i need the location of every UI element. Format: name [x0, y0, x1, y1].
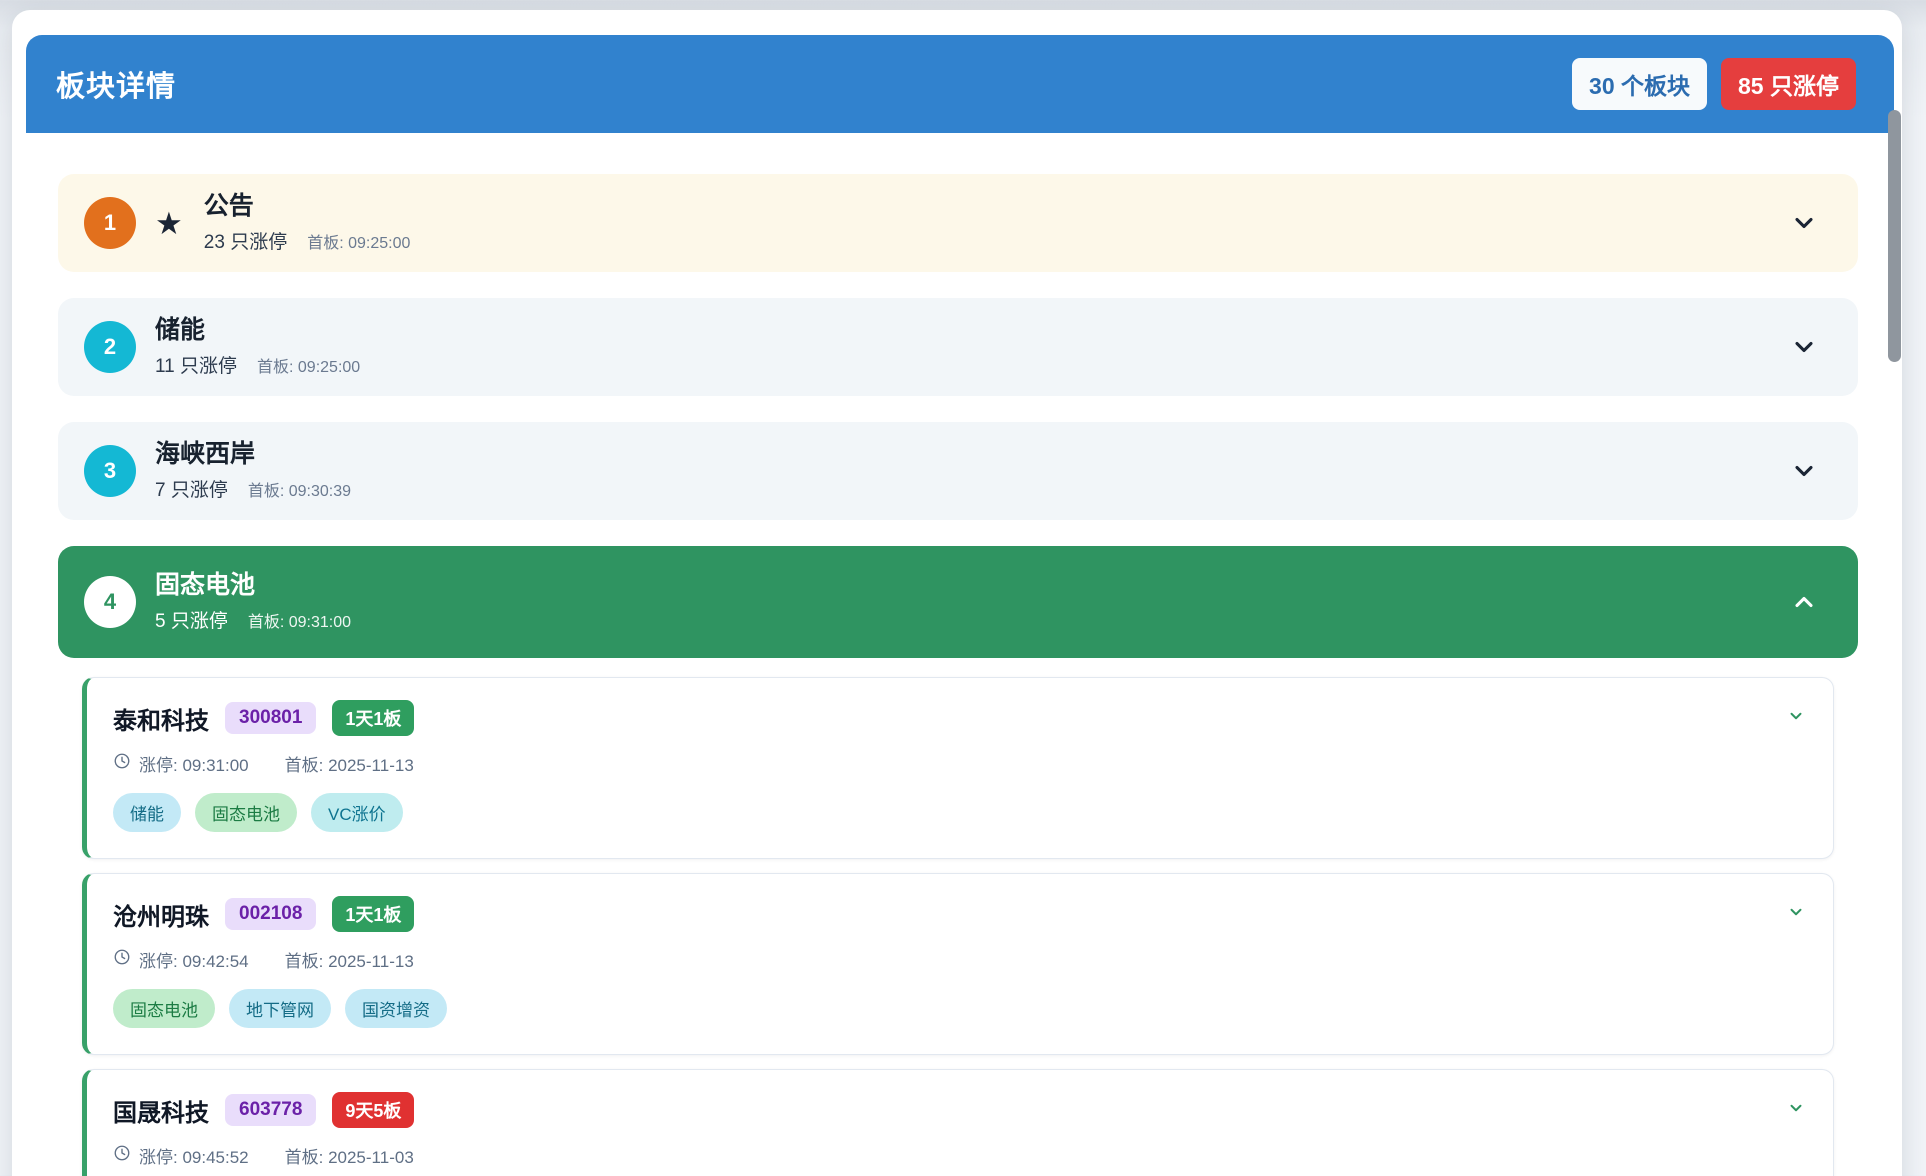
concept-tag-row: 储能固态电池 VC涨价 [113, 793, 1805, 832]
stock-title-row: 沧州明珠 002108 1天1板 [113, 896, 1805, 932]
first-board-date: 首板: 2025-11-13 [285, 751, 414, 776]
chevron-down-icon[interactable] [1790, 457, 1818, 485]
sector-row[interactable]: 2 储能 11 只涨停 首板: 09:25:00 [58, 298, 1858, 396]
stock-meta: 涨停: 09:31:00 首板: 2025-11-13 [113, 751, 1805, 776]
chevron-down-icon[interactable] [1787, 1099, 1805, 1122]
sector-first-board-time: 首板: 09:31:00 [248, 608, 351, 632]
sector-name: 公告 [204, 192, 411, 221]
concept-tag-row: 固态电池地下管网国资增资 [113, 989, 1805, 1028]
stock-title-row: 泰和科技 300801 1天1板 [113, 700, 1805, 736]
panel-header: 板块详情 30 个板块 85 只涨停 [26, 35, 1894, 133]
sector-info: 海峡西岸 7 只涨停 首板: 09:30:39 [155, 440, 351, 503]
concept-tag[interactable]: 固态电池 [113, 989, 215, 1028]
sector-rank-badge: 1 [84, 197, 136, 249]
stock-code-badge: 002108 [225, 898, 316, 930]
header-badges: 30 个板块 85 只涨停 [1572, 58, 1856, 110]
chevron-down-icon[interactable] [1787, 707, 1805, 730]
sector-name: 固态电池 [155, 571, 351, 600]
stock-code-badge: 300801 [225, 702, 316, 734]
first-board-date: 首板: 2025-11-03 [285, 1143, 414, 1168]
sector-list: 1 ★ 公告 23 只涨停 首板: 09:25:00 2 储能 11 只涨停 首… [58, 174, 1858, 1176]
sector-count-badge: 30 个板块 [1572, 58, 1707, 110]
chevron-down-icon[interactable] [1790, 209, 1818, 237]
sector-rank-badge: 3 [84, 445, 136, 497]
concept-tag[interactable]: VC涨价 [311, 793, 403, 832]
sector-limit-up-count: 5 只涨停 [155, 606, 228, 633]
stock-name: 沧州明珠 [113, 897, 209, 932]
stock-card[interactable]: 泰和科技 300801 1天1板 涨停: 09:31:00 首板: 2025-1… [82, 677, 1834, 859]
stock-card[interactable]: 国晟科技 603778 9天5板 涨停: 09:45:52 首板: 2025-1… [82, 1069, 1834, 1176]
sector-name: 海峡西岸 [155, 440, 351, 469]
star-icon: ★ [155, 208, 183, 239]
chevron-down-icon[interactable] [1787, 903, 1805, 926]
sector-meta: 7 只涨停 首板: 09:30:39 [155, 475, 351, 502]
sector-first-board-time: 首板: 09:25:00 [307, 229, 410, 253]
board-streak-badge: 1天1板 [332, 896, 414, 932]
sector-row[interactable]: 3 海峡西岸 7 只涨停 首板: 09:30:39 [58, 422, 1858, 520]
sector-limit-up-count: 7 只涨停 [155, 475, 228, 502]
stock-name: 国晟科技 [113, 1093, 209, 1128]
limit-up-time: 涨停: 09:42:54 [113, 947, 249, 972]
sector-meta: 5 只涨停 首板: 09:31:00 [155, 606, 351, 633]
sector-limit-up-count: 23 只涨停 [204, 227, 287, 254]
chevron-up-icon[interactable] [1790, 588, 1818, 616]
concept-tag[interactable]: 储能 [113, 793, 181, 832]
stock-name: 泰和科技 [113, 701, 209, 736]
chevron-down-icon[interactable] [1790, 333, 1818, 361]
stock-list: 泰和科技 300801 1天1板 涨停: 09:31:00 首板: 2025-1… [82, 677, 1834, 1176]
sector-info: 固态电池 5 只涨停 首板: 09:31:00 [155, 571, 351, 634]
scrollbar-thumb[interactable] [1888, 110, 1901, 362]
sector-first-board-time: 首板: 09:30:39 [248, 477, 351, 501]
stock-card[interactable]: 沧州明珠 002108 1天1板 涨停: 09:42:54 首板: 2025-1… [82, 873, 1834, 1055]
limit-up-time: 涨停: 09:31:00 [113, 751, 249, 776]
sector-meta: 23 只涨停 首板: 09:25:00 [204, 227, 411, 254]
stock-title-row: 国晟科技 603778 9天5板 [113, 1092, 1805, 1128]
sector-limit-up-count: 11 只涨停 [155, 351, 237, 378]
board-streak-badge: 1天1板 [332, 700, 414, 736]
board-streak-badge: 9天5板 [332, 1092, 414, 1128]
clock-icon [113, 752, 131, 775]
sector-rank-badge: 4 [84, 576, 136, 628]
sector-info: 储能 11 只涨停 首板: 09:25:00 [155, 316, 360, 379]
first-board-date: 首板: 2025-11-13 [285, 947, 414, 972]
sector-info: 公告 23 只涨停 首板: 09:25:00 [204, 192, 411, 255]
clock-icon [113, 1144, 131, 1167]
concept-tag[interactable]: 固态电池 [195, 793, 297, 832]
concept-tag[interactable]: 国资增资 [345, 989, 447, 1028]
sector-rank-badge: 2 [84, 321, 136, 373]
limit-up-count-badge: 85 只涨停 [1721, 58, 1856, 110]
stock-meta: 涨停: 09:42:54 首板: 2025-11-13 [113, 947, 1805, 972]
sector-row[interactable]: 1 ★ 公告 23 只涨停 首板: 09:25:00 [58, 174, 1858, 272]
stock-code-badge: 603778 [225, 1094, 316, 1126]
sector-first-board-time: 首板: 09:25:00 [257, 353, 360, 377]
sector-detail-panel: 板块详情 30 个板块 85 只涨停 1 ★ 公告 23 只涨停 首板: 09:… [12, 10, 1902, 1176]
sector-meta: 11 只涨停 首板: 09:25:00 [155, 351, 360, 378]
sector-name: 储能 [155, 316, 360, 345]
stock-meta: 涨停: 09:45:52 首板: 2025-11-03 [113, 1143, 1805, 1168]
page-title: 板块详情 [56, 63, 176, 105]
clock-icon [113, 948, 131, 971]
concept-tag[interactable]: 地下管网 [229, 989, 331, 1028]
sector-row[interactable]: 4 固态电池 5 只涨停 首板: 09:31:00 [58, 546, 1858, 658]
limit-up-time: 涨停: 09:45:52 [113, 1143, 249, 1168]
